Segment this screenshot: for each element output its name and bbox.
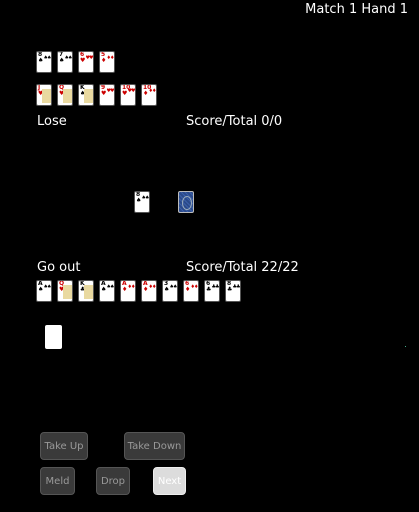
hand-card[interactable]: A ♦ ♦♦ [120,280,136,302]
opponent-meld-row-2: J ♥ Q ♥ K ♠ 9 ♥ ♥♥ 10 ♥ ♥♥ 10 ♦ ♦♦ [36,84,157,106]
card-pips [84,89,93,103]
opponent-meld-row-1: 8 ♠ ♠♠ 7 ♠ ♠♠ 6 ♥ ♥♥ 5 ♦ ♦♦ [36,51,115,73]
opponent-meld-card[interactable]: 8 ♠ ♠♠ [36,51,52,73]
opponent-status: Lose [37,114,67,129]
hand-card[interactable]: 6 ♣ ♣♣ [204,280,220,302]
hand-card[interactable]: K ♣ [78,280,94,302]
opponent-meld-card[interactable]: K ♠ [78,84,94,106]
card-pips: ♦♦ [190,284,198,290]
card-pips: ♣♣ [211,284,219,290]
card-pips: ♥♥ [106,88,114,94]
status-dot [405,346,406,347]
card-pips: ♣♣ [232,284,240,290]
drop-button[interactable]: Drop [96,467,130,495]
card-pips: ♠♠ [169,284,177,290]
card-pips [63,89,72,103]
hand-card[interactable]: A ♠ ♠♠ [99,280,115,302]
opponent-meld-card[interactable]: 10 ♥ ♥♥ [120,84,136,106]
hand-card[interactable]: A ♠ ♠♠ [36,280,52,302]
opponent-meld-card[interactable]: J ♥ [36,84,52,106]
take-up-button[interactable]: Take Up [40,432,88,460]
player-status: Go out [37,260,81,275]
opponent-meld-card[interactable]: 10 ♦ ♦♦ [141,84,157,106]
card-pips: ♦♦ [148,88,156,94]
hand-card[interactable]: Q ♥ [57,280,73,302]
opponent-meld-card[interactable]: 6 ♥ ♥♥ [78,51,94,73]
opponent-meld-card[interactable]: 9 ♥ ♥♥ [99,84,115,106]
match-hand-indicator: Match 1 Hand 1 [305,2,408,17]
player-hand: A ♠ ♠♠ Q ♥ K ♣ A ♠ ♠♠ A ♦ ♦♦ A ♦ ♦♦ 3 ♠ ♠♠ 6 ♦ ♦♦ 6 ♣ ♣♣ 8 ♣ ♣♣ [36,280,241,302]
drop-target-card[interactable] [45,325,62,349]
opponent-score: Score/Total 0/0 [186,114,283,129]
hand-card[interactable]: 6 ♦ ♦♦ [183,280,199,302]
card-pips: ♠♠ [43,284,51,290]
card-pips: ♠♠ [106,284,114,290]
player-score: Score/Total 22/22 [186,260,299,275]
take-down-button[interactable]: Take Down [124,432,185,460]
opponent-meld-card[interactable]: 5 ♦ ♦♦ [99,51,115,73]
card-pips: ♠♠ [43,55,51,61]
card-pips [84,285,93,299]
meld-button[interactable]: Meld [40,467,75,495]
discard-card[interactable]: 8 ♠ ♠♠ [134,191,150,213]
hand-card[interactable]: A ♦ ♦♦ [141,280,157,302]
card-pips: ♦♦ [127,284,135,290]
card-pips [63,285,72,299]
card-pips [42,89,51,103]
card-pips: ♥♥ [127,88,135,94]
hand-card[interactable]: 3 ♠ ♠♠ [162,280,178,302]
card-pips: ♦♦ [148,284,156,290]
card-pips: ♠♠ [64,55,72,61]
opponent-meld-card[interactable]: 7 ♠ ♠♠ [57,51,73,73]
opponent-meld-card[interactable]: Q ♥ [57,84,73,106]
discard-pile[interactable]: 8 ♠ ♠♠ [134,191,150,213]
card-pips: ♦♦ [106,55,114,61]
next-button[interactable]: Next [153,467,186,495]
card-pips: ♠♠ [141,195,149,201]
stock-pile[interactable] [178,191,194,213]
card-pips: ♥♥ [85,55,93,61]
card-back[interactable] [178,191,194,213]
hand-card[interactable]: 8 ♣ ♣♣ [225,280,241,302]
